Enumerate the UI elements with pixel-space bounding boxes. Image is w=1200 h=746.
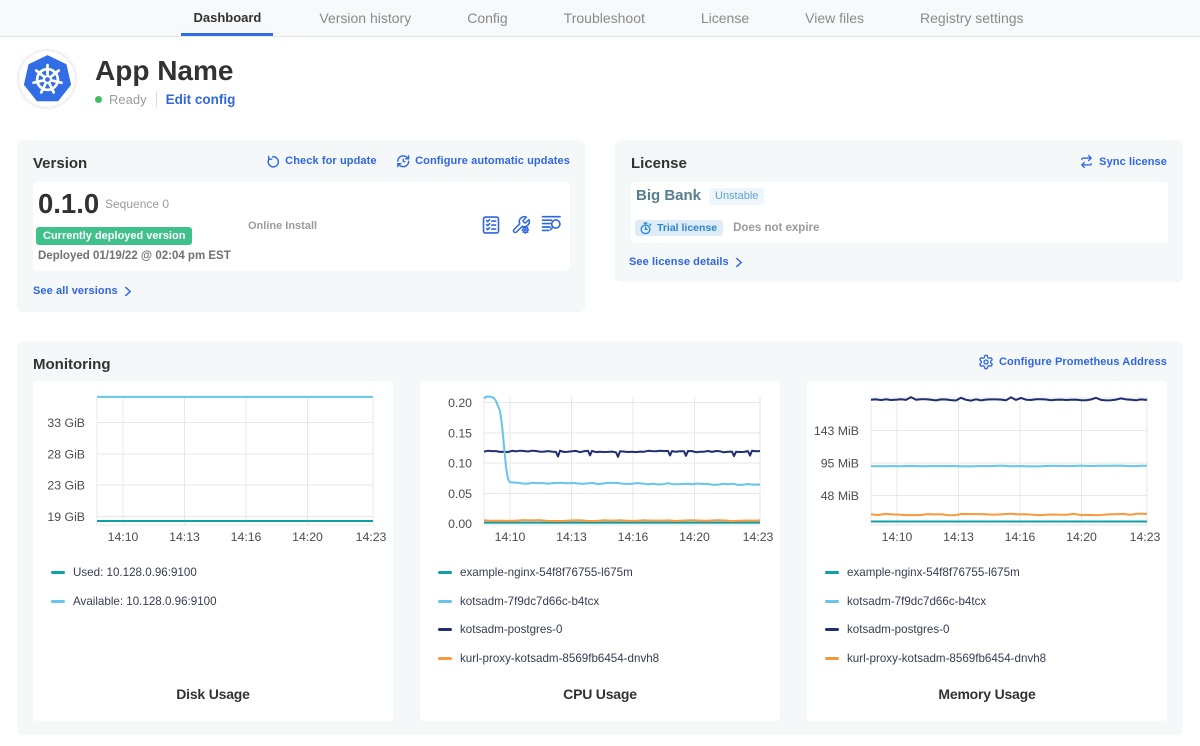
svg-text:0.00: 0.00: [448, 517, 472, 531]
svg-text:14:20: 14:20: [292, 530, 323, 544]
svg-text:48 MiB: 48 MiB: [821, 489, 859, 503]
svg-text:28 GiB: 28 GiB: [47, 447, 85, 461]
svg-text:14:23: 14:23: [743, 530, 774, 544]
svg-text:14:16: 14:16: [1005, 530, 1036, 544]
svg-text:14:13: 14:13: [556, 530, 587, 544]
svg-text:14:13: 14:13: [943, 530, 974, 544]
svg-text:0.15: 0.15: [448, 426, 472, 440]
svg-text:14:16: 14:16: [231, 530, 262, 544]
svg-text:14:13: 14:13: [169, 530, 200, 544]
svg-text:143 MiB: 143 MiB: [814, 424, 859, 438]
svg-text:14:10: 14:10: [108, 530, 139, 544]
svg-text:14:20: 14:20: [1066, 530, 1097, 544]
svg-text:14:20: 14:20: [679, 530, 710, 544]
svg-text:0.05: 0.05: [448, 487, 472, 501]
svg-text:95 MiB: 95 MiB: [821, 457, 859, 471]
svg-text:14:23: 14:23: [1130, 530, 1161, 544]
svg-text:19 GiB: 19 GiB: [47, 510, 85, 524]
svg-text:14:10: 14:10: [495, 530, 526, 544]
svg-text:14:23: 14:23: [356, 530, 387, 544]
svg-text:14:16: 14:16: [618, 530, 649, 544]
svg-text:33 GiB: 33 GiB: [47, 416, 85, 430]
svg-text:0.20: 0.20: [448, 396, 472, 410]
svg-text:14:10: 14:10: [882, 530, 913, 544]
svg-text:0.10: 0.10: [448, 457, 472, 471]
svg-text:23 GiB: 23 GiB: [47, 479, 85, 493]
